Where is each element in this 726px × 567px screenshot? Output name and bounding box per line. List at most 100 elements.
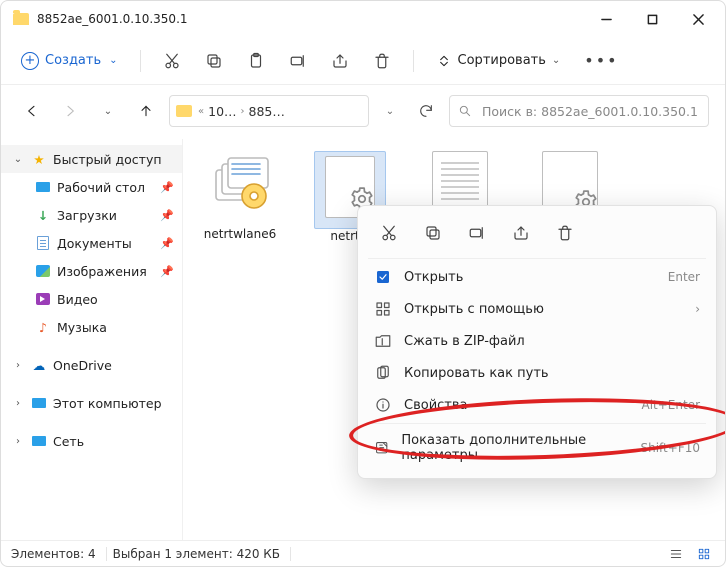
address-row: ⌄ « 10… › 885… ⌄ [1,85,725,139]
recent-locations-button[interactable]: ⌄ [93,96,123,126]
zip-icon [374,332,392,350]
ctx-item-label: Сжать в ZIP-файл [404,334,525,349]
refresh-button[interactable] [411,96,441,126]
view-details-button[interactable] [665,545,687,563]
view-icons-button[interactable] [693,545,715,563]
window-title: 8852ae_6001.0.10.350.1 [37,12,188,26]
cloud-icon: ☁ [31,357,47,373]
command-bar: + Создать ⌄ Сортировать ⌄ ••• [1,37,725,85]
file-name: netrtwlane6 [195,227,285,241]
sort-button-label: Сортировать [458,53,546,68]
search-icon [458,104,472,118]
ctx-open-with[interactable]: Открыть с помощью › [358,293,716,325]
folder-icon [13,13,29,25]
file-thumbnail [205,151,275,221]
ctx-compress-zip[interactable]: Сжать в ZIP-файл [358,325,716,357]
up-button[interactable] [131,96,161,126]
sidebar-item-music[interactable]: ♪ Музыка [1,313,182,341]
address-dropdown[interactable]: ⌄ [377,106,403,117]
pc-icon [32,398,46,408]
sidebar-item-label: Изображения [57,264,147,279]
apps-icon [374,300,392,318]
search-box[interactable] [449,95,709,127]
pin-icon: 📌 [160,209,174,222]
copy-path-icon [374,364,392,382]
paste-button[interactable] [237,42,275,80]
ctx-item-label: Копировать как путь [404,366,549,381]
status-selection: Выбран 1 элемент: 420 КБ [113,547,291,561]
chevron-right-icon: › [11,398,25,409]
network-icon [32,436,46,446]
chevron-down-icon: ⌄ [386,106,394,117]
chevron-right-icon: › [695,302,700,316]
breadcrumb-overflow[interactable]: « [198,106,204,117]
ctx-copy-button[interactable] [416,218,450,248]
breadcrumb-segment[interactable]: 885… [249,104,285,119]
sidebar-item-label: Сеть [53,434,84,449]
chevron-down-icon: ⌄ [11,154,25,165]
forward-button[interactable] [55,96,85,126]
sidebar-item-network[interactable]: › Сеть [1,427,182,455]
sidebar-item-label: Этот компьютер [53,396,162,411]
sidebar-item-documents[interactable]: Документы 📌 [1,229,182,257]
more-button[interactable]: ••• [574,47,628,74]
sidebar-item-label: Рабочий стол [57,180,145,195]
video-icon [36,293,50,305]
ctx-copy-path[interactable]: Копировать как путь [358,357,716,389]
breadcrumb-segment[interactable]: 10… › [208,104,244,119]
title-bar: 8852ae_6001.0.10.350.1 [1,1,725,37]
pin-icon: 📌 [160,181,174,194]
ctx-item-label: Свойства [404,398,468,413]
context-menu: Открыть Enter Открыть с помощью › Сжать … [357,205,717,479]
pin-icon: 📌 [160,237,174,250]
sidebar-item-pictures[interactable]: Изображения 📌 [1,257,182,285]
cut-button[interactable] [153,42,191,80]
back-button[interactable] [17,96,47,126]
sidebar-item-video[interactable]: Видео [1,285,182,313]
sidebar-item-label: Документы [57,236,132,251]
ctx-item-label: Открыть с помощью [404,302,544,317]
copy-button[interactable] [195,42,233,80]
document-icon [37,236,49,250]
explorer-window: 8852ae_6001.0.10.350.1 + Создать ⌄ [0,0,726,567]
ctx-cut-button[interactable] [372,218,406,248]
sidebar-item-label: OneDrive [53,358,112,373]
pin-icon: 📌 [160,265,174,278]
chevron-down-icon: ⌄ [109,55,117,66]
new-button-label: Создать [45,53,101,68]
breadcrumb[interactable]: « 10… › 885… [169,95,369,127]
ctx-properties[interactable]: Свойства Alt+Enter [358,389,716,421]
chevron-right-icon: › [11,436,25,447]
sidebar-item-onedrive[interactable]: › ☁ OneDrive [1,351,182,379]
ctx-delete-button[interactable] [548,218,582,248]
chevron-down-icon: ⌄ [104,106,112,117]
open-icon [374,268,392,286]
star-icon: ★ [31,151,47,167]
status-item-count: Элементов: 4 [11,547,107,561]
sidebar-item-label: Быстрый доступ [53,152,162,167]
file-item[interactable]: netrtwlane6 [195,151,285,241]
sort-button[interactable]: Сортировать ⌄ [426,49,571,73]
maximize-button[interactable] [629,1,675,37]
new-button[interactable]: + Создать ⌄ [11,48,128,74]
sidebar-item-downloads[interactable]: ↓ Загрузки 📌 [1,201,182,229]
close-button[interactable] [675,1,721,37]
sidebar-item-quick-access[interactable]: ⌄ ★ Быстрый доступ [1,145,182,173]
ctx-rename-button[interactable] [460,218,494,248]
sidebar-item-this-pc[interactable]: › Этот компьютер [1,389,182,417]
properties-icon [374,396,392,414]
ctx-share-button[interactable] [504,218,538,248]
search-input[interactable] [480,103,700,120]
image-icon [36,265,50,277]
share-button[interactable] [321,42,359,80]
folder-icon [176,105,192,117]
chevron-down-icon: ⌄ [552,55,560,66]
delete-button[interactable] [363,42,401,80]
rename-button[interactable] [279,42,317,80]
ctx-open[interactable]: Открыть Enter [358,261,716,293]
navigation-pane: ⌄ ★ Быстрый доступ Рабочий стол 📌 ↓ Загр… [1,139,183,540]
ctx-show-more-options[interactable]: Показать дополнительные параметры Shift+… [358,426,716,470]
plus-icon: + [21,52,39,70]
sidebar-item-desktop[interactable]: Рабочий стол 📌 [1,173,182,201]
minimize-button[interactable] [583,1,629,37]
